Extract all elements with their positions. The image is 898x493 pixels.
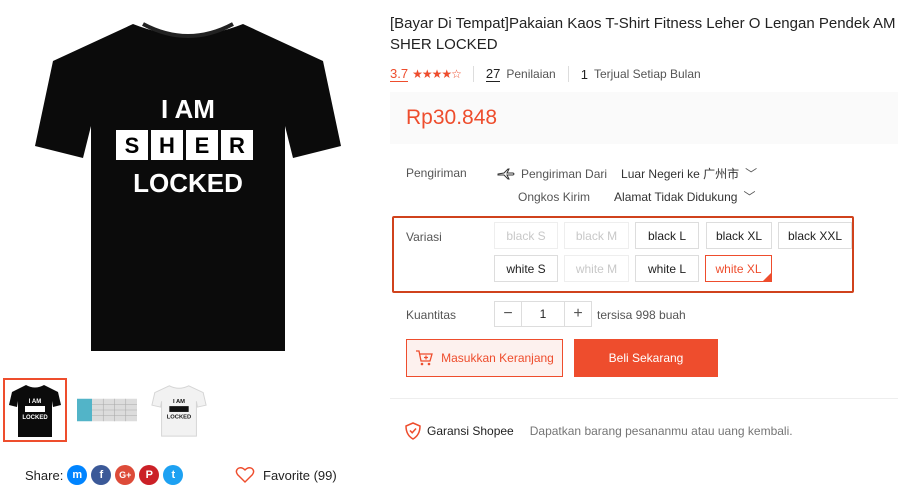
- plus-button[interactable]: +: [565, 302, 591, 326]
- messenger-icon[interactable]: m: [67, 465, 88, 485]
- cart-icon: [416, 350, 433, 366]
- share-row: Share: m f G+ P t: [25, 465, 184, 485]
- product-title: [Bayar Di Tempat]Pakaian Kaos T-Shirt Fi…: [390, 15, 896, 53]
- rating-stars: ★★★★☆: [412, 67, 462, 81]
- variation-option[interactable]: black M: [564, 222, 629, 249]
- sold-label: Terjual Setiap Bulan: [593, 67, 701, 81]
- buy-now-button[interactable]: Beli Sekarang: [574, 339, 718, 377]
- quantity-input[interactable]: 1: [521, 302, 565, 326]
- svg-text:I AM: I AM: [173, 399, 185, 405]
- product-price: Rp30.848: [406, 106, 498, 129]
- tshirt-image: I AM S H E R LOCKED: [34, 22, 341, 351]
- main-product-image[interactable]: I AM S H E R LOCKED: [0, 0, 375, 372]
- svg-text:R: R: [229, 133, 245, 158]
- variation-label: Variasi: [406, 230, 442, 244]
- heart-icon: [235, 467, 255, 483]
- chevron-down-icon[interactable]: ﹀: [743, 188, 755, 205]
- thumbnail-strip: I AM LOCKED I AM LOCKED: [3, 378, 211, 442]
- twitter-icon[interactable]: t: [163, 465, 184, 485]
- shipping-cost-row: Ongkos Kirim Alamat Tidak Didukung ﹀: [518, 188, 755, 205]
- favorite-button[interactable]: Favorite (99): [235, 466, 337, 484]
- variation-option[interactable]: white M: [564, 255, 629, 282]
- quantity-stepper: − 1 +: [494, 301, 592, 327]
- variation-option[interactable]: black L: [635, 222, 699, 249]
- svg-text:H: H: [159, 133, 175, 158]
- shield-icon: [405, 422, 421, 440]
- svg-text:I AM: I AM: [29, 399, 41, 405]
- chevron-down-icon[interactable]: ﹀: [745, 165, 757, 182]
- facebook-icon[interactable]: f: [91, 465, 112, 485]
- variation-option[interactable]: white L: [635, 255, 699, 282]
- shirt-text-line3: LOCKED: [133, 168, 243, 198]
- variation-option[interactable]: black S: [494, 222, 558, 249]
- google-plus-icon[interactable]: G+: [115, 465, 136, 485]
- minus-button[interactable]: −: [495, 302, 521, 326]
- thumbnail-size-chart[interactable]: [75, 378, 139, 442]
- variation-option[interactable]: black XXL: [778, 222, 852, 249]
- variation-option[interactable]: black XL: [706, 222, 772, 249]
- reviews-label: Penilaian: [506, 67, 556, 81]
- rating-value[interactable]: 3.7: [390, 66, 409, 82]
- shipping-from-value[interactable]: Luar Negeri ke 广州市: [621, 165, 739, 182]
- shipping-cost-label: Ongkos Kirim: [518, 189, 591, 204]
- plane-icon: [497, 168, 515, 179]
- pinterest-icon[interactable]: P: [139, 465, 160, 485]
- price-section: Rp30.848: [390, 92, 898, 144]
- svg-text:E: E: [194, 133, 209, 158]
- shipping-from-label: Pengiriman Dari: [521, 166, 608, 181]
- rating-row: 3.7 ★★★★☆ 27 Penilaian 1 Terjual Setiap …: [390, 66, 701, 82]
- quantity-label: Kuantitas: [406, 308, 457, 322]
- shipping-from-row: Pengiriman Dari Luar Negeri ke 广州市 ﹀: [497, 165, 757, 182]
- thumbnail-white-shirt[interactable]: I AM LOCKED: [147, 378, 211, 442]
- add-to-cart-button[interactable]: Masukkan Keranjang: [406, 339, 563, 377]
- shipping-cost-value[interactable]: Alamat Tidak Didukung: [614, 190, 737, 204]
- svg-text:S: S: [124, 133, 139, 158]
- reviews-count[interactable]: 27: [485, 66, 501, 82]
- add-to-cart-label: Masukkan Keranjang: [441, 351, 554, 365]
- variation-option[interactable]: white S: [494, 255, 558, 282]
- thumbnail-black-shirt[interactable]: I AM LOCKED: [3, 378, 67, 442]
- guarantee-description: Dapatkan barang pesananmu atau uang kemb…: [529, 424, 793, 438]
- svg-text:LOCKED: LOCKED: [22, 415, 48, 421]
- share-label: Share:: [25, 467, 64, 483]
- svg-text:LOCKED: LOCKED: [167, 415, 191, 421]
- stock-text: tersisa 998 buah: [597, 308, 686, 322]
- variation-option-selected[interactable]: white XL: [705, 255, 772, 282]
- guarantee-label: Garansi Shopee: [427, 424, 514, 438]
- shipping-label: Pengiriman: [406, 166, 467, 180]
- guarantee-row[interactable]: Garansi Shopee Dapatkan barang pesananmu…: [405, 422, 793, 440]
- divider: [390, 398, 898, 399]
- favorite-label: Favorite (99): [263, 467, 337, 483]
- shirt-text-line1: I AM: [161, 94, 215, 124]
- sold-count: 1: [580, 66, 588, 82]
